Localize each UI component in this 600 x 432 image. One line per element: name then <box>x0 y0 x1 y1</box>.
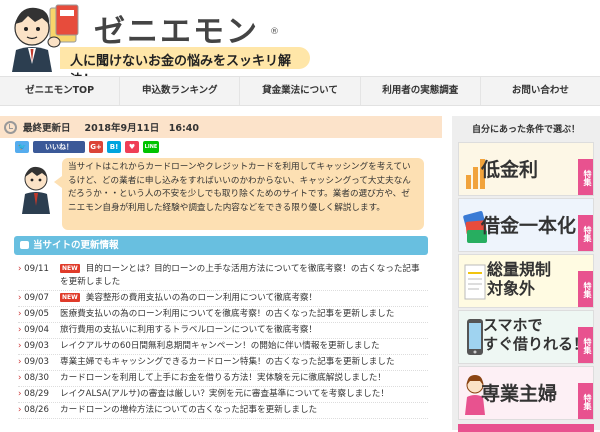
main-content: 最終更新日 2018年9月11日 16:40 🐦 いいね！ 1,081 G+ B… <box>0 116 442 419</box>
update-link[interactable]: 旅行費用の支払いに利用するトラベルローンについてを徹底考察！ <box>60 323 428 338</box>
update-date: 08/30 <box>18 371 60 386</box>
feature-tag-badge: 特集 <box>578 159 593 195</box>
update-date: 09/11 <box>18 263 60 289</box>
update-row: 09/04旅行費用の支払いに利用するトラベルローンについてを徹底考察！ <box>18 323 428 339</box>
updates-heading: 当サイトの更新情報 <box>14 236 428 255</box>
update-date: 09/05 <box>18 307 60 322</box>
update-row: 08/29レイクALSA(アルサ)の審査は厳しい？実例を元に審査基準についてを考… <box>18 387 428 403</box>
nav-item-ranking[interactable]: 申込数ランキング <box>120 77 241 105</box>
update-row: 09/03レイクアルサの60日間無利息期間キャンペーン！の開始に伴い情報を更新し… <box>18 339 428 355</box>
feature-tile-label: スマホで すぐ借りれる！ <box>483 316 589 353</box>
sidebar: 自分にあった条件で選ぶ！ 低金利 特集 借金一本化 特集 総量規制 対象外 特集 スマホで … <box>452 116 600 432</box>
share-buttons: 🐦 いいね！ 1,081 G+ B! ♥ LINE <box>15 141 159 163</box>
document-icon <box>464 264 486 300</box>
new-badge: NEW <box>60 264 80 273</box>
feature-tile-label: 総量規制 対象外 <box>487 260 552 298</box>
update-date: 09/07 <box>18 291 60 306</box>
update-row: 09/11NEW目的ローンとは？目的ローンの上手な活用方法についてを徹底考察！の… <box>18 262 428 291</box>
global-nav: ゼニエモンTOP 申込数ランキング 貸金業法について 利用者の実態調査 お問い合… <box>0 76 600 106</box>
clock-icon <box>4 120 17 134</box>
update-row: 09/05医療費支払いの為のローン利用についてを徹底考察！の古くなった記事を更新… <box>18 307 428 323</box>
tweet-button[interactable]: 🐦 <box>15 141 29 153</box>
update-row: 08/30カードローンを利用して上手にお金を借りる方法！実体験を元に徹底解説しま… <box>18 371 428 387</box>
sidebar-title: 自分にあった条件で選ぶ！ <box>471 125 580 135</box>
nav-item-contact[interactable]: お問い合わせ <box>481 77 600 105</box>
intro-section: 当サイトはこれからカードローンやクレジットカードを利用してキャッシングを考えてい… <box>0 158 442 234</box>
update-text: 医療費支払いの為のローン利用についてを徹底考察！の古くなった記事を更新しました <box>60 309 395 319</box>
last-updated-value: 2018年9月11日 16:40 <box>84 123 200 134</box>
nav-item-top[interactable]: ゼニエモンTOP <box>0 77 121 105</box>
update-link[interactable]: NEW 美容整形の費用支払いの為のローン利用について徹底考察！ <box>60 291 428 306</box>
nav-item-user-survey[interactable]: 利用者の実態調査 <box>361 77 481 105</box>
facebook-like-button[interactable]: いいね！ 1,081 <box>33 141 85 163</box>
update-link[interactable]: レイクALSA(アルサ)の審査は厳しい？実例を元に審査基準についてを考察しました… <box>60 387 428 402</box>
updates-list: 09/11NEW目的ローンとは？目的ローンの上手な活用方法についてを徹底考察！の… <box>18 262 428 419</box>
site-header: ゼニエモン ® 人に聞けないお金の悩みをスッキリ解決！ <box>0 0 600 88</box>
update-text: 旅行費用の支払いに利用するトラベルローンについてを徹底考察！ <box>60 325 317 335</box>
update-link[interactable]: 専業主婦でもキャッシングできるカードローン特集！の古くなった記事を更新しました <box>60 355 428 370</box>
update-row: 09/03専業主婦でもキャッシングできるカードローン特集！の古くなった記事を更新… <box>18 355 428 371</box>
line-share-button[interactable]: LINE <box>143 141 159 153</box>
last-updated-label: 最終更新日 <box>23 123 71 134</box>
intro-speech-bubble: 当サイトはこれからカードローンやクレジットカードを利用してキャッシングを考えてい… <box>54 158 424 230</box>
site-logo-title[interactable]: ゼニエモン <box>94 6 259 51</box>
update-text: カードローンの増枠方法についての古くなった記事を更新しました <box>60 405 318 415</box>
nav-item-money-lending-law[interactable]: 貸金業法について <box>240 77 361 105</box>
google-plus-button[interactable]: G+ <box>89 141 103 153</box>
update-link[interactable]: カードローンを利用して上手にお金を借りる方法！実体験を元に徹底解説しました！ <box>60 371 428 386</box>
last-updated-bar: 最終更新日 2018年9月11日 16:40 <box>0 116 442 138</box>
feature-tile[interactable]: 借金一本化 特集 <box>458 198 594 252</box>
zeniemon-avatar-icon <box>22 166 50 214</box>
new-badge: NEW <box>60 293 80 302</box>
update-row: 08/26カードローンの増枠方法についての古くなった記事を更新しました <box>18 403 428 419</box>
feature-tag-badge: 特集 <box>578 327 593 363</box>
feature-tile-label: 低金利 <box>481 159 539 181</box>
feature-tile[interactable]: スマホで すぐ借りれる！ 特集 <box>458 310 594 364</box>
update-text: 目的ローンとは？目的ローンの上手な活用方法についてを徹底考察！の古くなった記事を… <box>60 264 420 287</box>
update-text: 美容整形の費用支払いの為のローン利用について徹底考察！ <box>85 293 318 303</box>
pocket-button[interactable]: ♥ <box>125 141 139 153</box>
updates-heading-label: 当サイトの更新情報 <box>33 240 119 251</box>
update-date: 09/03 <box>18 339 60 354</box>
chat-icon <box>20 241 29 249</box>
feature-tile[interactable]: 低金利 特集 <box>458 142 594 196</box>
feature-tile[interactable]: 総量規制 対象外 特集 <box>458 254 594 308</box>
feature-tag-badge: 特集 <box>578 271 593 307</box>
update-text: カードローンを利用して上手にお金を借りる方法！実体験を元に徹底解説しました！ <box>60 373 386 383</box>
site-tagline: 人に聞けないお金の悩みをスッキリ解決！ <box>60 47 310 88</box>
update-date: 09/04 <box>18 323 60 338</box>
ranking-bar <box>458 424 594 432</box>
update-date: 08/26 <box>18 403 60 418</box>
update-link[interactable]: NEW 目的ローンとは？目的ローンの上手な活用方法についてを徹底考察！の古くなった… <box>60 263 428 289</box>
update-link[interactable]: 医療費支払いの為のローン利用についてを徹底考察！の古くなった記事を更新しました <box>60 307 428 322</box>
feature-tag-badge: 特集 <box>578 383 593 419</box>
feature-tile[interactable]: 専業主婦 特集 <box>458 366 594 420</box>
feature-tile-label: 専業主婦 <box>481 383 558 405</box>
hatena-bookmark-button[interactable]: B! <box>107 141 121 153</box>
update-date: 09/03 <box>18 355 60 370</box>
update-link[interactable]: カードローンの増枠方法についての古くなった記事を更新しました <box>60 403 428 418</box>
update-date: 08/29 <box>18 387 60 402</box>
registered-mark: ® <box>270 27 279 37</box>
update-text: 専業主婦でもキャッシングできるカードローン特集！の古くなった記事を更新しました <box>60 357 395 367</box>
update-text: レイクALSA(アルサ)の審査は厳しい？実例を元に審査基準についてを考察しました… <box>60 389 389 399</box>
update-row: 09/07NEW 美容整形の費用支払いの為のローン利用について徹底考察！ <box>18 291 428 307</box>
update-link[interactable]: レイクアルサの60日間無利息期間キャンペーン！の開始に伴い情報を更新しました <box>60 339 428 354</box>
update-text: レイクアルサの60日間無利息期間キャンペーン！の開始に伴い情報を更新しました <box>60 341 380 351</box>
feature-tag-badge: 特集 <box>578 215 593 251</box>
feature-tile-label: 借金一本化 <box>481 215 577 237</box>
